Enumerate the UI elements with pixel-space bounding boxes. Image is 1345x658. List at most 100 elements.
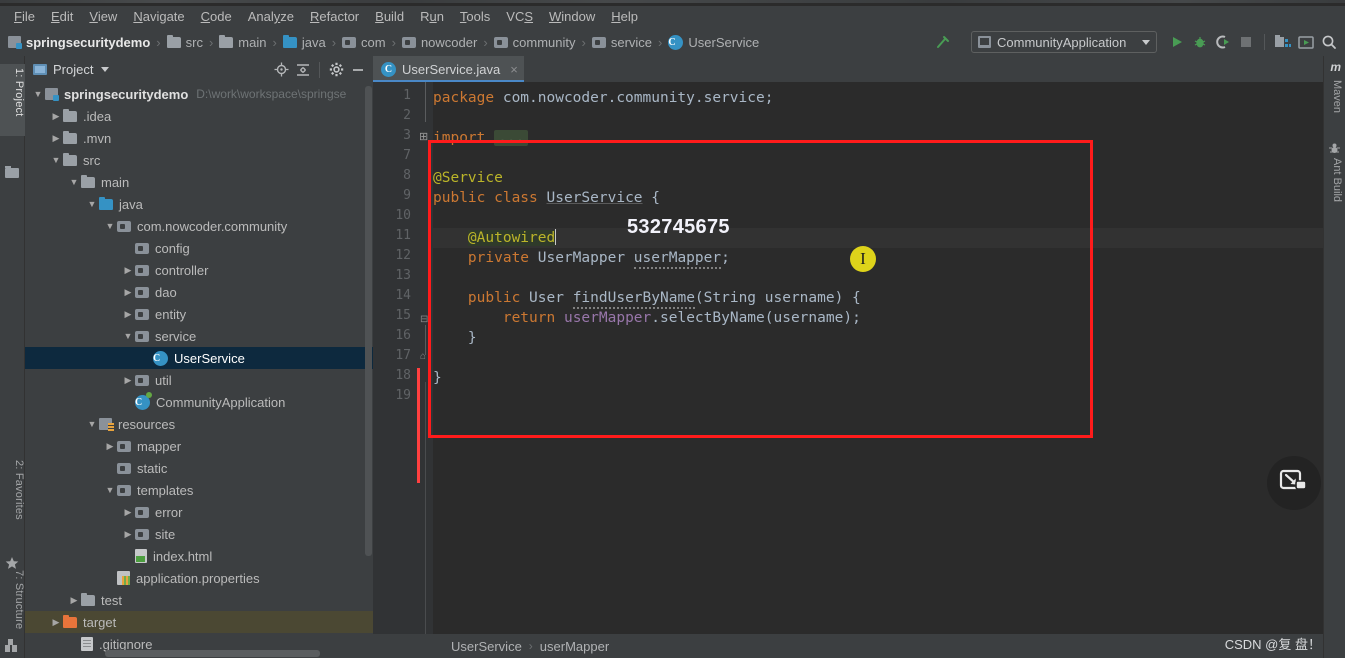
hammer-build-icon[interactable] — [933, 31, 953, 53]
project-structure-icon[interactable] — [1273, 31, 1293, 53]
code-text[interactable]: package com.nowcoder.community.service; i… — [433, 82, 1345, 637]
tree-node-service[interactable]: ▼ service — [25, 325, 373, 347]
navbar-crumb-java[interactable]: java — [282, 34, 326, 50]
navbar-crumb-springsecuritydemo[interactable]: springsecuritydemo — [8, 35, 150, 50]
settings-gear-icon[interactable] — [325, 59, 347, 81]
tree-node-config[interactable]: config — [25, 237, 373, 259]
chevron-right-icon[interactable]: ▶ — [121, 265, 135, 276]
chevron-down-icon[interactable] — [1142, 39, 1150, 45]
code-line-18[interactable]: } — [433, 368, 442, 388]
tree-node-site[interactable]: ▶ site — [25, 523, 373, 545]
chevron-right-icon[interactable]: ▶ — [103, 441, 117, 452]
debug-icon[interactable] — [1190, 31, 1210, 53]
tree-node-templates[interactable]: ▼ templates — [25, 479, 373, 501]
navbar-crumb-nowcoder[interactable]: nowcoder — [401, 35, 477, 50]
tree-node-error[interactable]: ▶ error — [25, 501, 373, 523]
tree-node-springsecuritydemo[interactable]: ▼ springsecuritydemo D:\work\workspace\spr… — [25, 83, 373, 105]
chevron-down-icon[interactable]: ▼ — [67, 177, 81, 187]
menu-item-view[interactable]: View — [81, 7, 125, 27]
chevron-right-icon[interactable]: ▶ — [67, 595, 81, 606]
menu-item-help[interactable]: Help — [603, 7, 646, 27]
tree-node-test[interactable]: ▶ test — [25, 589, 373, 611]
navbar-crumb-community[interactable]: community — [493, 35, 576, 50]
code-line-12[interactable]: private UserMapper userMapper; — [433, 248, 730, 269]
status-bar-layout-icon[interactable] — [5, 640, 19, 652]
hide-panel-icon[interactable] — [347, 59, 369, 81]
menu-item-build[interactable]: Build — [367, 7, 412, 27]
code-line-9[interactable]: public class UserService { — [433, 188, 660, 208]
tree-node-dao[interactable]: ▶ dao — [25, 281, 373, 303]
tree-node-userservice[interactable]: C UserService — [25, 347, 373, 369]
tree-node-mapper[interactable]: ▶ mapper — [25, 435, 373, 457]
chevron-down-icon[interactable]: ▼ — [103, 221, 117, 231]
chevron-down-icon[interactable]: ▼ — [85, 419, 99, 429]
chevron-right-icon[interactable]: ▶ — [121, 529, 135, 540]
navbar-crumb-service[interactable]: service — [591, 35, 652, 50]
menu-item-vcs[interactable]: VCS — [498, 7, 541, 27]
tree-node--idea[interactable]: ▶ .idea — [25, 105, 373, 127]
tree-node-static[interactable]: static — [25, 457, 373, 479]
navbar-crumb-main[interactable]: main — [219, 34, 266, 50]
collapse-all-icon[interactable] — [292, 59, 314, 81]
tree-node-entity[interactable]: ▶ entity — [25, 303, 373, 325]
fold-gutter[interactable]: ⊞ ⊟ ⌂ — [417, 82, 433, 637]
run-icon[interactable] — [1167, 31, 1187, 53]
chevron-right-icon[interactable]: ▶ — [49, 617, 63, 628]
tree-node-src[interactable]: ▼ src — [25, 149, 373, 171]
chevron-down-icon[interactable] — [101, 67, 110, 72]
project-tree-scrollbar[interactable] — [365, 86, 372, 556]
tree-node--mvn[interactable]: ▶ .mvn — [25, 127, 373, 149]
chevron-down-icon[interactable]: ▼ — [31, 89, 45, 99]
tree-node-util[interactable]: ▶ util — [25, 369, 373, 391]
tree-node-index-html[interactable]: index.html — [25, 545, 373, 567]
close-icon[interactable]: × — [510, 62, 518, 77]
code-line-3[interactable]: import ... — [433, 128, 529, 148]
update-app-icon[interactable] — [1296, 31, 1316, 53]
status-breadcrumb-field[interactable]: userMapper — [540, 639, 609, 654]
tree-node-communityapplication[interactable]: C CommunityApplication — [25, 391, 373, 413]
sidebar-item-ant-build[interactable]: Ant Build — [1325, 158, 1343, 222]
tree-node-main[interactable]: ▼ main — [25, 171, 373, 193]
code-line-1[interactable]: package com.nowcoder.community.service; — [433, 88, 773, 108]
sidebar-item-favorites[interactable]: 2: Favorites — [0, 456, 25, 548]
code-line-14[interactable]: public User findUserByName(String userna… — [433, 288, 861, 309]
status-breadcrumb-class[interactable]: UserService — [451, 639, 522, 654]
chevron-right-icon[interactable]: ▶ — [121, 507, 135, 518]
chevron-down-icon[interactable]: ▼ — [121, 331, 135, 341]
search-everywhere-icon[interactable] — [1319, 31, 1339, 53]
menu-item-window[interactable]: Window — [541, 7, 603, 27]
code-line-8[interactable]: @Service — [433, 168, 503, 188]
chevron-right-icon[interactable]: ▶ — [121, 287, 135, 298]
run-with-coverage-icon[interactable] — [1213, 31, 1233, 53]
chevron-down-icon[interactable]: ▼ — [49, 155, 63, 165]
sidebar-item-maven[interactable]: Maven — [1325, 80, 1343, 132]
menu-item-analyze[interactable]: Analyze — [240, 7, 302, 27]
tree-node-com-nowcoder-community[interactable]: ▼ com.nowcoder.community — [25, 215, 373, 237]
menu-item-run[interactable]: Run — [412, 7, 452, 27]
tree-node-application-properties[interactable]: application.properties — [25, 567, 373, 589]
menu-item-tools[interactable]: Tools — [452, 7, 498, 27]
tree-node-target[interactable]: ▶ target — [25, 611, 373, 633]
chevron-down-icon[interactable]: ▼ — [103, 485, 117, 495]
navbar-crumb-userservice[interactable]: C UserService — [668, 34, 759, 50]
project-tool-icon[interactable] — [5, 166, 20, 180]
tree-node-controller[interactable]: ▶ controller — [25, 259, 373, 281]
navbar-crumb-com[interactable]: com — [342, 35, 386, 50]
code-editor[interactable]: 1 2 3 7 8 9 10 11 12 13 14 15 16 17 18 19 ⊞ ⊟ ⌂ package… — [373, 82, 1345, 637]
menu-item-edit[interactable]: Edit — [43, 7, 81, 27]
fold-collapse-method-icon[interactable]: ⊟ — [420, 314, 428, 325]
navbar-crumb-src[interactable]: src — [166, 34, 203, 50]
project-tree[interactable]: ▼ springsecuritydemo D:\work\workspace\spr… — [25, 83, 373, 658]
chevron-right-icon[interactable]: ▶ — [49, 133, 63, 144]
fold-expand-import-icon[interactable]: ⊞ — [419, 130, 428, 143]
vcs-change-bar[interactable] — [417, 368, 420, 483]
chevron-down-icon[interactable]: ▼ — [85, 199, 99, 209]
menu-item-code[interactable]: Code — [193, 7, 240, 27]
code-line-15[interactable]: return userMapper.selectByName(username)… — [433, 308, 861, 328]
menu-item-navigate[interactable]: Navigate — [125, 7, 192, 27]
editor-tab-userservice[interactable]: C UserService.java × — [373, 56, 524, 82]
sidebar-item-project[interactable]: 1: Project — [0, 64, 25, 136]
chevron-right-icon[interactable]: ▶ — [121, 375, 135, 386]
screen-capture-button[interactable] — [1267, 456, 1321, 510]
locate-icon[interactable] — [270, 59, 292, 81]
